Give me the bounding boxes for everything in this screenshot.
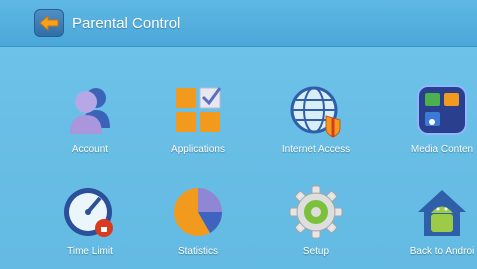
setup-label: Setup: [302, 246, 330, 257]
setup-icon: [286, 182, 346, 242]
applications-label: Applications: [171, 144, 225, 155]
media-content-label: Media Conten: [410, 144, 474, 155]
time-limit-label: Time Limit: [67, 246, 113, 257]
statistics-label: Statistics: [177, 246, 218, 257]
setup-tile[interactable]: Setup: [261, 182, 371, 257]
page-title: Parental Control: [72, 14, 181, 32]
applications-tile[interactable]: Applications: [143, 80, 253, 155]
internet-access-label: Internet Access: [281, 144, 351, 155]
account-label: Account: [71, 144, 109, 155]
internet-access-tile[interactable]: Internet Access: [261, 80, 371, 155]
applications-icon: [168, 80, 228, 140]
account-icon: [60, 80, 120, 140]
media-content-icon: [412, 80, 472, 140]
back-arrow-icon: [39, 15, 59, 31]
time-limit-tile[interactable]: Time Limit: [35, 182, 145, 257]
back-to-android-tile[interactable]: Back to Androi: [387, 182, 477, 257]
title-bar: Parental Control: [0, 0, 477, 47]
back-to-android-icon: [412, 182, 472, 242]
back-to-android-label: Back to Androi: [409, 246, 475, 257]
account-tile[interactable]: Account: [35, 80, 145, 155]
time-limit-icon: [60, 182, 120, 242]
parental-control-screen: Parental Control Account Applications In…: [0, 0, 477, 269]
back-button[interactable]: [34, 9, 64, 37]
statistics-tile[interactable]: Statistics: [143, 182, 253, 257]
media-content-tile[interactable]: Media Conten: [387, 80, 477, 155]
statistics-icon: [168, 182, 228, 242]
internet-access-icon: [286, 80, 346, 140]
